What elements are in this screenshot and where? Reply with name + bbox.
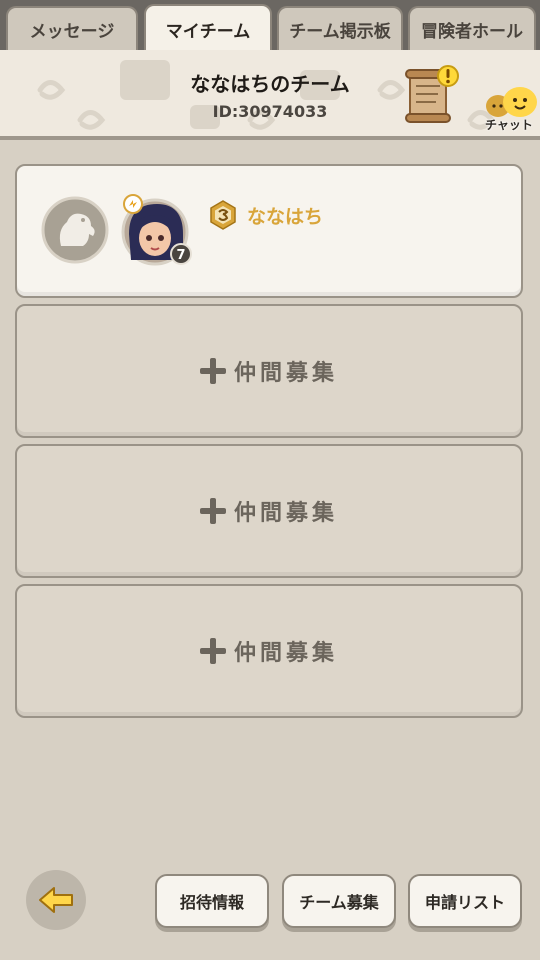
- tab-team-board-label: チーム掲示板: [289, 21, 391, 42]
- empty-pet-avatar[interactable]: [41, 196, 109, 264]
- member-avatar[interactable]: 7: [121, 194, 197, 270]
- member-name: ななはち: [247, 206, 324, 228]
- chat-label[interactable]: チャット: [478, 116, 540, 133]
- plus-icon: [199, 498, 226, 524]
- recruit-button-3[interactable]: 仲間募集: [17, 586, 521, 716]
- recruit-label-2: 仲間募集: [233, 501, 338, 526]
- tab-my-team[interactable]: マイチーム: [144, 4, 272, 52]
- tab-adventurer-hall[interactable]: 冒険者ホール: [408, 6, 536, 50]
- tab-messages-label: メッセージ: [29, 21, 115, 42]
- recruit-slot-3[interactable]: 仲間募集: [15, 584, 523, 718]
- recruit-button-2[interactable]: 仲間募集: [17, 446, 521, 576]
- invite-info-button[interactable]: 招待情報: [155, 874, 269, 928]
- application-list-button[interactable]: 申請リスト: [408, 874, 522, 928]
- recruit-button-1[interactable]: 仲間募集: [17, 306, 521, 436]
- tab-messages[interactable]: メッセージ: [6, 6, 138, 50]
- plus-icon: [199, 638, 226, 664]
- team-recruit-label: チーム募集: [299, 893, 379, 912]
- recruit-slot-2[interactable]: 仲間募集: [15, 444, 523, 578]
- plus-icon: [199, 358, 226, 384]
- recruit-label-1: 仲間募集: [233, 361, 338, 386]
- invite-info-label: 招待情報: [179, 893, 244, 912]
- tab-my-team-label: マイチーム: [165, 21, 251, 42]
- back-button[interactable]: [26, 870, 86, 930]
- recruit-label-3: 仲間募集: [233, 641, 338, 666]
- leader-badge-icon: [210, 200, 236, 230]
- team-recruit-button[interactable]: チーム募集: [282, 874, 396, 928]
- recruit-slot-1[interactable]: 仲間募集: [15, 304, 523, 438]
- team-notice-scroll-icon[interactable]: [404, 64, 460, 124]
- member-level: 7: [176, 248, 185, 263]
- application-list-label: 申請リスト: [424, 893, 505, 912]
- tab-team-board[interactable]: チーム掲示板: [277, 6, 403, 50]
- tab-adventurer-hall-label: 冒険者ホール: [421, 21, 523, 42]
- back-arrow-icon: [39, 887, 73, 913]
- tab-bar: メッセージ マイチーム チーム掲示板 冒険者ホール: [0, 0, 540, 52]
- member-card[interactable]: 7 ななはち: [15, 164, 523, 298]
- team-header: ななはちのチーム ID:30974033 チャット: [0, 50, 540, 140]
